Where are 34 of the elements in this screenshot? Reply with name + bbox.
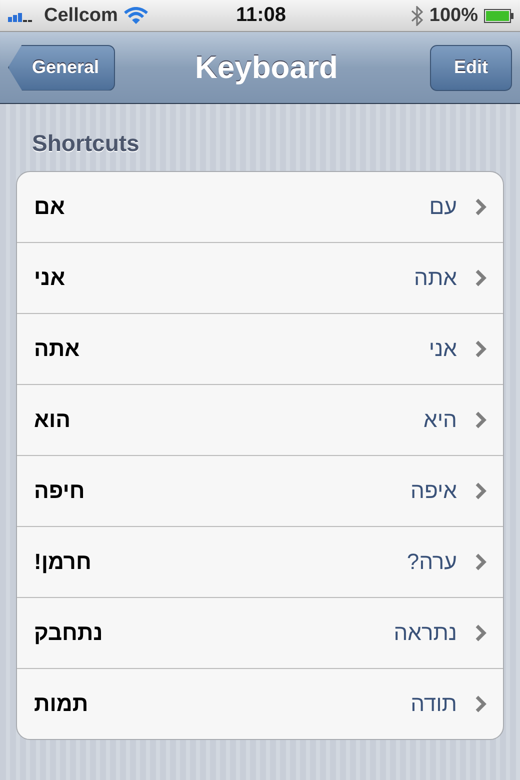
screen-title: Keyboard — [195, 50, 338, 86]
battery-icon — [484, 8, 514, 22]
shortcut-text: אתה — [414, 265, 457, 291]
section-header: Shortcuts — [31, 130, 140, 157]
shortcut-text: ערה? — [406, 549, 457, 575]
edit-button[interactable]: Edit — [430, 44, 512, 90]
shortcut-text: איפה — [410, 478, 457, 504]
shortcut-text: עם — [429, 194, 457, 220]
chevron-icon — [475, 624, 487, 642]
phrase-text: אני — [34, 265, 66, 291]
shortcut-text: תודה — [410, 691, 457, 717]
bluetooth-icon — [411, 6, 424, 26]
clock-time: 11:08 — [236, 4, 286, 27]
carrier-name: Cellcom — [44, 4, 118, 26]
chevron-icon — [475, 482, 487, 500]
phrase-text: חיפה — [34, 478, 85, 504]
phrase-text: חרמן! — [34, 549, 92, 575]
phrase-text: אם — [34, 194, 65, 220]
battery-percentage: 100% — [429, 4, 478, 26]
shortcut-text: נתראה — [394, 620, 457, 646]
shortcut-text: היא — [424, 407, 457, 433]
phrase-text: נתחבק — [34, 620, 103, 646]
phrase-text: אתה — [34, 336, 80, 362]
chevron-icon — [475, 269, 487, 287]
chevron-icon — [475, 340, 487, 358]
chevron-icon — [475, 553, 487, 571]
wifi-icon — [124, 6, 148, 24]
phrase-text: תמות — [34, 691, 88, 717]
shortcut-text: אני — [428, 336, 457, 362]
chevron-icon — [475, 411, 487, 429]
chevron-icon — [475, 695, 487, 713]
back-button[interactable]: General — [8, 44, 115, 90]
phrase-text: הוא — [34, 407, 71, 433]
chevron-icon — [475, 198, 487, 216]
